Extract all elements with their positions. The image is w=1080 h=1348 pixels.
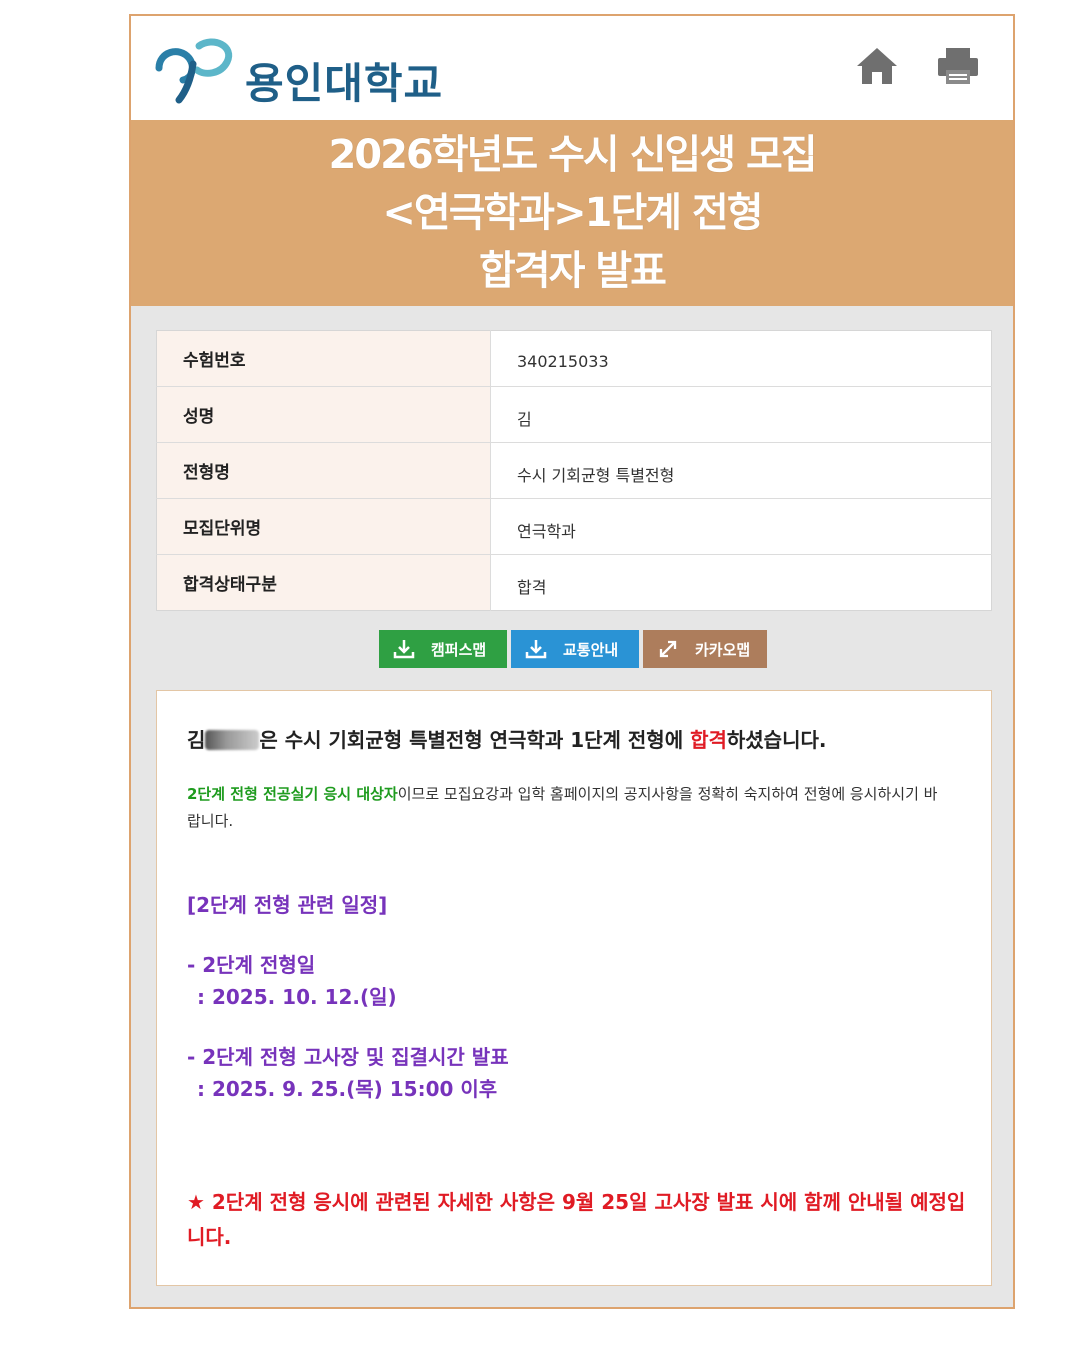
result-notice-box: 김 은 수시 기회균형 특별전형 연극학과 1단계 전형에 합격하셨습니다. 2단…	[156, 690, 992, 1286]
applicant-name-initial: 김	[187, 728, 206, 752]
row-value-exam-number: 340215033	[490, 330, 992, 387]
table-row: 수험번호 340215033	[156, 330, 992, 387]
applicant-info-table: 수험번호 340215033 성명 김 전형명 수시 기회균형 특별전형 모집단…	[156, 330, 992, 611]
table-row: 성명 김	[156, 386, 992, 443]
title-banner: 2026학년도 수시 신입생 모집 <연극학과>1단계 전형 합격자 발표	[131, 120, 1013, 306]
transport-guide-button[interactable]: 교통안내	[511, 630, 639, 668]
pass-word: 합격	[690, 728, 727, 752]
transport-guide-label: 교통안내	[563, 640, 619, 659]
page-header: 용인대학교	[131, 16, 1013, 120]
banner-title-line1: 2026학년도 수시 신입생 모집	[328, 132, 817, 178]
second-stage-instruction: 2단계 전형 전공실기 응시 대상자이므로 모집요강과 입학 홈페이지의 공지사…	[187, 781, 947, 835]
home-icon[interactable]	[855, 44, 899, 88]
pass-message: 김 은 수시 기회균형 특별전형 연극학과 1단계 전형에 합격하셨습니다.	[187, 724, 826, 753]
schedule-item-exam-day: - 2단계 전형일	[187, 953, 316, 977]
row-value-department: 연극학과	[490, 498, 992, 555]
row-label-name: 성명	[156, 386, 491, 443]
row-value-pass-status: 합격	[517, 577, 547, 597]
row-label-department: 모집단위명	[156, 498, 491, 555]
university-logo[interactable]: 용인대학교	[153, 38, 453, 108]
pass-message-end: 하셨습니다.	[726, 728, 827, 752]
campus-map-label: 캠퍼스맵	[431, 640, 487, 659]
expand-icon	[659, 640, 677, 658]
download-icon	[525, 640, 547, 659]
table-row: 합격상태구분 합격	[156, 554, 992, 611]
kakao-map-label: 카카오맵	[695, 640, 751, 659]
row-value-name: 김	[490, 386, 992, 443]
schedule-item-exam-day-date: : 2025. 10. 12.(일)	[197, 985, 397, 1009]
final-notice: ★ 2단계 전형 응시에 관련된 자세한 사항은 9월 25일 고사장 발표 시…	[187, 1190, 966, 1249]
printer-icon[interactable]	[936, 44, 980, 88]
banner-title-line3: 합격자 발표	[479, 248, 667, 294]
row-label-admission-type: 전형명	[156, 442, 491, 499]
download-icon	[393, 640, 415, 659]
university-name: 용인대학교	[245, 59, 444, 108]
pass-message-text: 은 수시 기회균형 특별전형 연극학과 1단계 전형에	[259, 728, 691, 752]
kakao-map-button[interactable]: 카카오맵	[643, 630, 767, 668]
schedule-item-venue-announce-date: : 2025. 9. 25.(목) 15:00 이후	[197, 1077, 498, 1101]
redacted-name	[205, 730, 260, 750]
table-row: 모집단위명 연극학과	[156, 498, 992, 555]
banner-title-line2: <연극학과>1단계 전형	[382, 190, 763, 236]
row-value-admission-type: 수시 기회균형 특별전형	[490, 442, 992, 499]
second-stage-target: 2단계 전형 전공실기 응시 대상자	[187, 785, 398, 803]
campus-map-button[interactable]: 캠퍼스맵	[379, 630, 507, 668]
table-row: 전형명 수시 기회균형 특별전형	[156, 442, 992, 499]
row-label-exam-number: 수험번호	[156, 330, 491, 387]
university-emblem-icon	[155, 38, 233, 104]
row-label-pass-status: 합격상태구분	[156, 554, 491, 611]
schedule-heading: [2단계 전형 관련 일정]	[187, 893, 388, 917]
schedule-item-venue-announce: - 2단계 전형 고사장 및 집결시간 발표	[187, 1045, 509, 1069]
result-page-frame: 용인대학교 2026학년도 수시 신입생 모집 <연극학과>1단계 전형 합격자…	[129, 14, 1015, 1309]
